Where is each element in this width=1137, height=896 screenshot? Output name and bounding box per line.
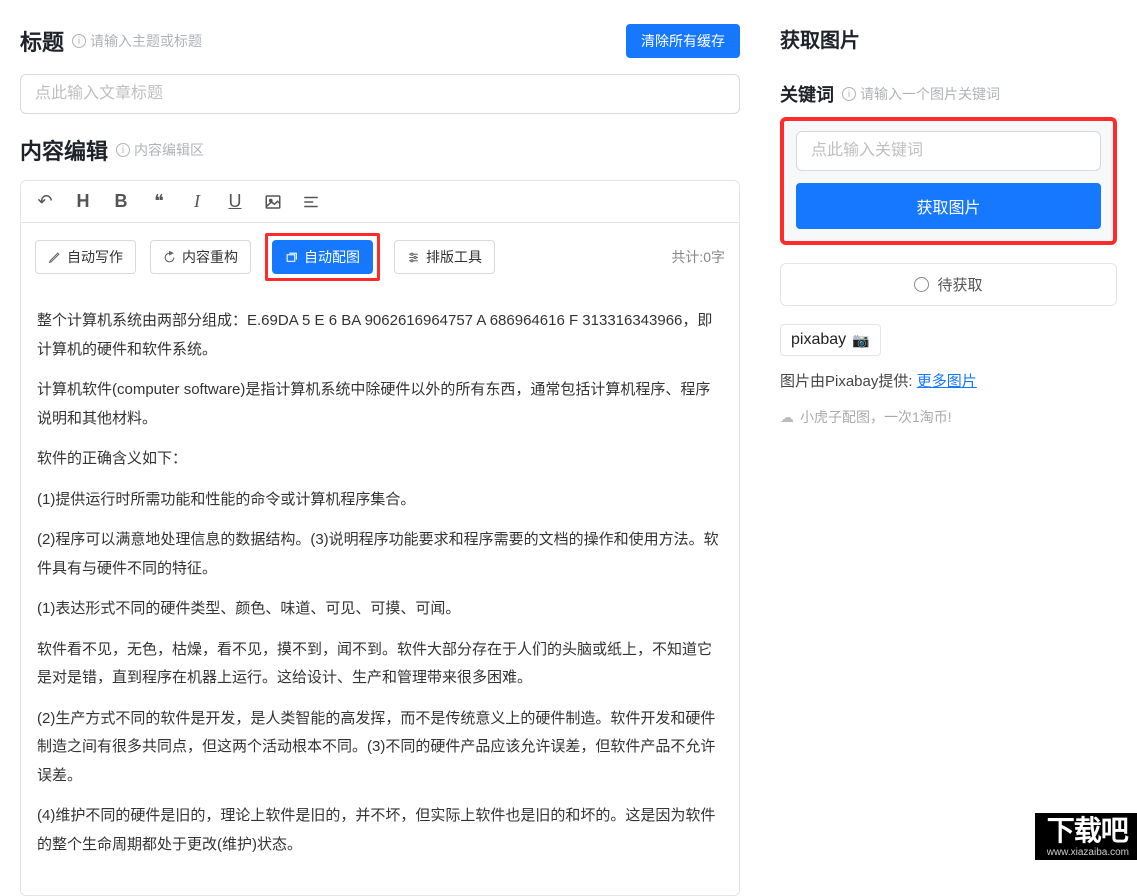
align-left-icon[interactable] — [301, 193, 321, 211]
credit-line: 图片由Pixabay提供: 更多图片 — [780, 370, 1117, 391]
content-label: 内容编辑 — [20, 134, 108, 166]
side-title: 获取图片 — [780, 24, 1117, 53]
content-paragraph: (1)提供运行时所需功能和性能的命令或计算机程序集合。 — [37, 486, 723, 515]
auto-image-highlight: 自动配图 — [265, 233, 380, 281]
bold-icon[interactable]: B — [111, 191, 131, 212]
image-icon[interactable] — [263, 193, 283, 211]
content-paragraph: (1)表达形式不同的硬件类型、颜色、味道、可见、可摸、可闻。 — [37, 595, 723, 624]
title-section-heading: 标题 请输入主题或标题 — [20, 25, 202, 57]
auto-image-button[interactable]: 自动配图 — [272, 240, 373, 274]
editor-frame: ↶ H B ❝ I U 自动写作 内容重构 自动配图 — [20, 180, 740, 896]
keyword-label-row: 关键词 请输入一个图片关键词 — [780, 81, 1117, 107]
editor-content[interactable]: 整个计算机系统由两部分组成：E.69DA 5 E 6 BA 9062616964… — [21, 291, 739, 895]
layout-tool-button[interactable]: 排版工具 — [394, 240, 495, 274]
pencil-icon — [48, 251, 61, 264]
content-paragraph: (4)维护不同的硬件是旧的，理论上软件是旧的，并不坏，但实际上软件也是旧的和坏的… — [37, 802, 723, 859]
title-header-row: 标题 请输入主题或标题 清除所有缓存 — [20, 24, 740, 58]
content-hint: 内容编辑区 — [116, 140, 204, 160]
undo-icon[interactable]: ↶ — [35, 191, 55, 212]
restructure-button[interactable]: 内容重构 — [150, 240, 251, 274]
watermark-text: 下载吧 — [1047, 817, 1129, 845]
title-label: 标题 — [20, 25, 64, 57]
content-paragraph: (2)生产方式不同的软件是开发，是人类智能的高发挥，而不是传统意义上的硬件制造。… — [37, 705, 723, 791]
title-hint: 请输入主题或标题 — [72, 31, 202, 51]
keyword-panel-highlight: 获取图片 — [780, 117, 1117, 245]
side-column: 获取图片 关键词 请输入一个图片关键词 获取图片 待获取 pixabay 📷 图… — [760, 0, 1137, 860]
main-column: 标题 请输入主题或标题 清除所有缓存 内容编辑 内容编辑区 ↶ H B ❝ I … — [0, 0, 760, 860]
keyword-label: 关键词 — [780, 81, 834, 107]
watermark-url: www.xiazaiba.com — [1047, 847, 1129, 858]
underline-icon[interactable]: U — [225, 191, 245, 212]
word-count: 共计:0字 — [671, 247, 725, 267]
content-paragraph: 软件的正确含义如下： — [37, 445, 723, 474]
italic-icon[interactable]: I — [187, 191, 207, 212]
pending-status: 待获取 — [780, 263, 1117, 306]
camera-icon: 📷 — [852, 332, 869, 349]
keyword-hint: 请输入一个图片关键词 — [842, 84, 1000, 104]
article-title-input[interactable] — [20, 74, 740, 114]
get-image-button[interactable]: 获取图片 — [796, 183, 1101, 229]
watermark: 下载吧 www.xiazaiba.com — [1035, 813, 1137, 860]
content-paragraph: 整个计算机系统由两部分组成：E.69DA 5 E 6 BA 9062616964… — [37, 307, 723, 364]
pixabay-logo: pixabay 📷 — [780, 324, 881, 356]
refresh-icon — [163, 251, 176, 264]
content-paragraph: 计算机软件(computer software)是指计算机系统中除硬件以外的所有… — [37, 376, 723, 433]
heading-icon[interactable]: H — [73, 191, 93, 212]
content-section-heading: 内容编辑 内容编辑区 — [20, 134, 740, 166]
quote-icon[interactable]: ❝ — [149, 191, 169, 212]
action-toolbar: 自动写作 内容重构 自动配图 排版工具 共计:0字 — [21, 223, 739, 291]
sliders-icon — [407, 251, 420, 264]
auto-write-button[interactable]: 自动写作 — [35, 240, 136, 274]
clear-cache-button[interactable]: 清除所有缓存 — [626, 24, 740, 58]
keyword-input[interactable] — [796, 131, 1101, 171]
footer-note: 小虎子配图，一次1淘币! — [780, 407, 1117, 427]
content-paragraph: (2)程序可以满意地处理信息的数据结构。(3)说明程序功能要求和程序需要的文档的… — [37, 526, 723, 583]
more-images-link[interactable]: 更多图片 — [917, 373, 977, 390]
layers-icon — [285, 251, 298, 264]
content-paragraph: 软件看不见，无色，枯燥，看不见，摸不到，闻不到。软件大部分存在于人们的头脑或纸上… — [37, 636, 723, 693]
format-toolbar: ↶ H B ❝ I U — [21, 181, 739, 223]
